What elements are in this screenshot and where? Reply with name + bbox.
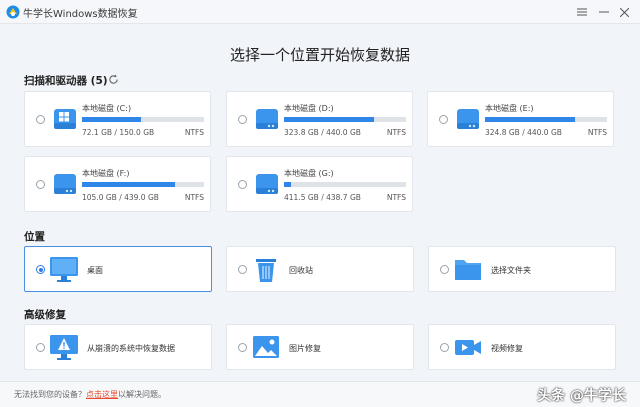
drive-filesystem: NTFS <box>184 128 204 137</box>
drive-card[interactable]: 本地磁盘 (G:) 411.5 GB / 438.7 GB NTFS <box>226 156 413 212</box>
drive-filesystem: NTFS <box>184 193 204 202</box>
close-button[interactable] <box>614 3 634 21</box>
hard-drive-icon <box>454 108 482 132</box>
photo-icon <box>251 333 281 361</box>
menu-button[interactable] <box>572 3 592 21</box>
advanced-repair-card[interactable]: 图片修复 <box>226 324 414 370</box>
close-icon <box>619 7 629 17</box>
drive-name: 本地磁盘 (G:) <box>284 169 334 178</box>
drive-name: 本地磁盘 (D:) <box>284 104 334 113</box>
drive-filesystem: NTFS <box>386 128 406 137</box>
location-label: 桌面 <box>87 266 103 275</box>
drive-size: 323.8 GB / 440.0 GB <box>284 128 361 137</box>
drive-usage-fill <box>284 117 374 122</box>
advanced-repair-label: 从崩溃的系统中恢复数据 <box>87 344 175 353</box>
drives-section-title: 扫描和驱动器 (5) <box>24 75 108 87</box>
drive-filesystem: NTFS <box>386 193 406 202</box>
drive-usage-bar <box>82 182 204 187</box>
watermark: 头条 @牛学长 <box>537 388 626 404</box>
minimize-icon <box>599 11 609 13</box>
location-section-title: 位置 <box>24 231 45 243</box>
advanced-repair-label: 视频修复 <box>491 344 523 353</box>
location-radio[interactable] <box>238 265 247 274</box>
footer-prefix: 无法找到您的设备？ <box>14 390 86 399</box>
menu-icon <box>577 8 587 16</box>
page-title: 选择一个位置开始恢复数据 <box>229 46 410 64</box>
drive-radio[interactable] <box>439 115 448 124</box>
advanced-repair-radio[interactable] <box>440 343 449 352</box>
video-icon <box>453 333 483 361</box>
location-card[interactable]: 选择文件夹 <box>428 246 616 292</box>
windows-drive-icon <box>51 108 79 132</box>
footer-help-link[interactable]: 点击这里 <box>86 390 118 399</box>
refresh-icon[interactable] <box>108 74 119 85</box>
location-label: 回收站 <box>289 266 313 275</box>
advanced-repair-radio[interactable] <box>36 343 45 352</box>
crashed-system-icon <box>49 333 79 361</box>
drive-usage-fill <box>284 182 292 187</box>
advanced-repair-radio[interactable] <box>238 343 247 352</box>
hard-drive-icon <box>253 173 281 197</box>
drive-size: 324.8 GB / 440.0 GB <box>485 128 562 137</box>
drive-radio[interactable] <box>36 180 45 189</box>
footer-text: 无法找到您的设备？点击这里以解决问题。 <box>14 389 166 400</box>
advanced-section-title: 高级修复 <box>24 309 66 321</box>
location-card[interactable]: 回收站 <box>226 246 414 292</box>
advanced-repair-label: 图片修复 <box>289 344 321 353</box>
drive-card[interactable]: 本地磁盘 (C:) 72.1 GB / 150.0 GB NTFS <box>24 91 211 147</box>
app-title: 牛学长Windows数据恢复 <box>23 9 138 20</box>
drive-size: 105.0 GB / 439.0 GB <box>82 193 159 202</box>
drive-size: 411.5 GB / 438.7 GB <box>284 193 361 202</box>
recycle-bin-icon <box>251 255 281 283</box>
drive-size: 72.1 GB / 150.0 GB <box>82 128 155 137</box>
drive-filesystem: NTFS <box>587 128 607 137</box>
footer: 无法找到您的设备？点击这里以解决问题。 头条 @牛学长 <box>0 381 640 407</box>
drive-card[interactable]: 本地磁盘 (E:) 324.8 GB / 440.0 GB NTFS <box>427 91 614 147</box>
title-bar: 牛学长Windows数据恢复 <box>0 0 640 24</box>
drive-name: 本地磁盘 (C:) <box>82 104 132 113</box>
footer-suffix: 以解决问题。 <box>118 390 166 399</box>
drive-usage-bar <box>284 182 406 187</box>
drive-radio[interactable] <box>238 180 247 189</box>
location-label: 选择文件夹 <box>491 266 531 275</box>
drive-usage-bar <box>485 117 607 122</box>
minimize-button[interactable] <box>594 3 614 21</box>
advanced-repair-card[interactable]: 从崩溃的系统中恢复数据 <box>24 324 212 370</box>
app-logo-icon <box>6 5 20 19</box>
advanced-repair-card[interactable]: 视频修复 <box>428 324 616 370</box>
hard-drive-icon <box>51 173 79 197</box>
drive-card[interactable]: 本地磁盘 (F:) 105.0 GB / 439.0 GB NTFS <box>24 156 211 212</box>
drive-card[interactable]: 本地磁盘 (D:) 323.8 GB / 440.0 GB NTFS <box>226 91 413 147</box>
drive-name: 本地磁盘 (F:) <box>82 169 130 178</box>
drive-radio[interactable] <box>36 115 45 124</box>
location-card[interactable]: 桌面 <box>24 246 212 292</box>
drive-name: 本地磁盘 (E:) <box>485 104 534 113</box>
drive-usage-fill <box>82 117 141 122</box>
monitor-icon <box>49 255 79 283</box>
drive-usage-fill <box>485 117 576 122</box>
drive-radio[interactable] <box>238 115 247 124</box>
folder-icon <box>453 255 483 283</box>
drive-usage-bar <box>284 117 406 122</box>
drive-usage-fill <box>82 182 175 187</box>
drive-usage-bar <box>82 117 204 122</box>
location-radio[interactable] <box>440 265 449 274</box>
location-radio[interactable] <box>36 265 45 274</box>
hard-drive-icon <box>253 108 281 132</box>
